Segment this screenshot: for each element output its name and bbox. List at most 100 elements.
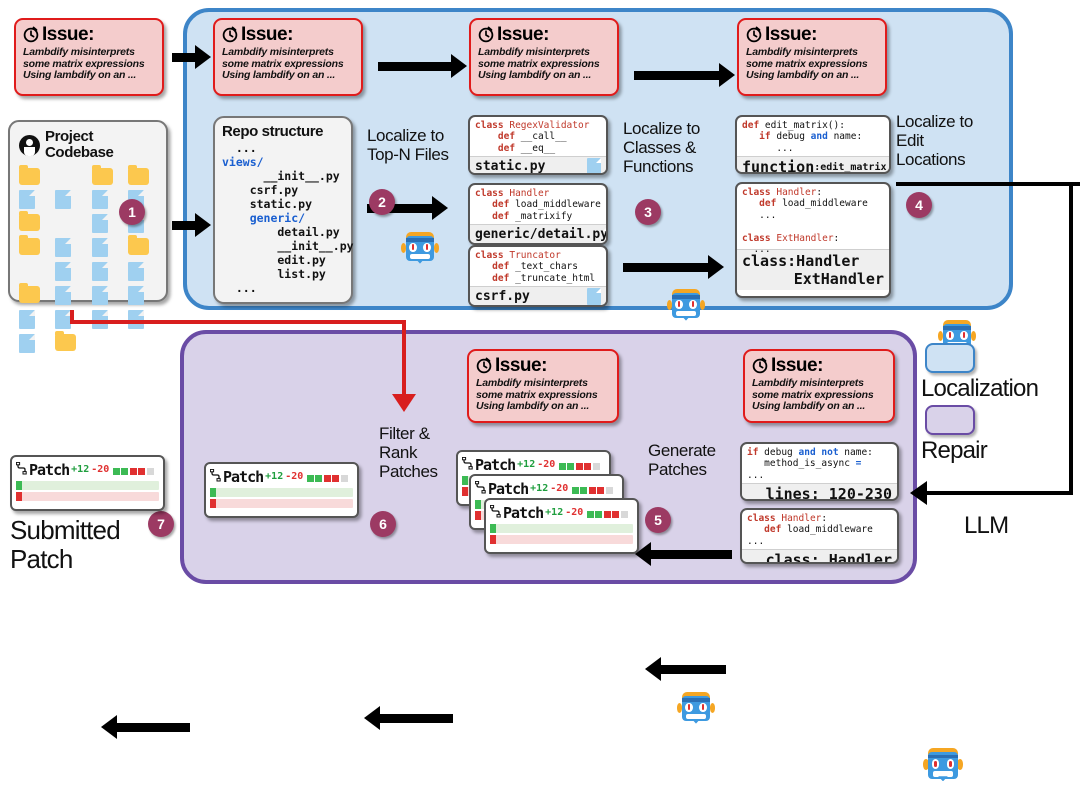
arrow-step-3 [623, 255, 724, 279]
folder-icon [55, 331, 77, 351]
diff-square [121, 468, 129, 475]
patch-diff-squares [305, 467, 348, 486]
folder-icon [19, 165, 40, 185]
file-card-footer: csrf.py [470, 286, 606, 305]
file-card-0: class RegexValidator def __call__ def __… [468, 115, 608, 175]
patch-label: Patch [29, 460, 70, 479]
patch-bar-removed [16, 492, 159, 501]
repo-tree-line: __init__.py [222, 169, 340, 183]
patch-header: Patch +12 -20 [15, 460, 159, 479]
codebase-title-line-2: Codebase [45, 144, 114, 161]
issue-card-5: Issue: Lambdify misinterprets some matri… [743, 349, 895, 423]
label-generate-patches: Generate Patches [648, 441, 716, 479]
arrow-step-7 [101, 715, 190, 739]
legend-label-localization: Localization [921, 375, 1039, 402]
llm-robot-icon-2 [401, 229, 439, 267]
issue-title: Issue: [765, 24, 817, 45]
clock-icon [752, 357, 769, 374]
edit-card-1: class Handler: def load_middleware ... c… [735, 182, 891, 298]
issue-line-1: Lambdify misinterprets [746, 46, 858, 58]
edit-card-code: class Handler: def load_middleware ... c… [742, 187, 868, 256]
file-icon [55, 262, 72, 281]
issue-title: Issue: [497, 24, 549, 45]
patch-label: Patch [223, 467, 264, 486]
red-route-vert-right [402, 320, 406, 398]
legend-label-llm: LLM [964, 512, 1009, 539]
step-badge-3: 3 [635, 199, 661, 225]
issue-body: Lambdify misinterprets some matrix expre… [222, 46, 354, 82]
diff-square [584, 463, 592, 470]
repo-tree-line: generic/ [222, 211, 306, 225]
step-badge-4: 4 [906, 192, 932, 218]
file-icon [127, 262, 144, 281]
label-localize-top-n: Localize to Top-N Files [367, 126, 449, 164]
issue-body: Lambdify misinterprets some matrix expre… [752, 377, 886, 413]
git-icon [209, 468, 221, 484]
repair-card-1: class Handler: def load_middleware ... c… [740, 508, 899, 564]
patch-card-submitted: Patch +12 -20 [10, 455, 165, 511]
issue-header: Issue: [752, 356, 886, 375]
issue-card-3: Issue: Lambdify misinterprets some matri… [737, 18, 887, 96]
legend-label-repair: Repair [921, 437, 988, 464]
legend-swatch-localization [925, 343, 975, 373]
folder-icon [19, 211, 40, 231]
patch-bar-removed [490, 535, 633, 544]
file-icon [91, 238, 108, 257]
issue-body: Lambdify misinterprets some matrix expre… [746, 46, 878, 82]
clock-icon [222, 26, 239, 43]
patch-bar-added [210, 488, 353, 497]
arrow-codebase-repo [172, 213, 211, 237]
file-card-code: class Handler def load_middleware def _m… [475, 188, 601, 222]
llm-robot-icon-5 [677, 689, 715, 727]
repo-tree-line: __init__.py [222, 239, 354, 253]
route-line-arrowhead [910, 481, 927, 505]
issue-line-3: Using lambdify on an ... [23, 69, 137, 82]
file-icon [91, 214, 108, 233]
repair-card-lines: lines: 120-230 [765, 485, 892, 501]
patch-label: Patch [503, 503, 544, 522]
patch-deletions: -20 [550, 483, 569, 494]
issue-line-1: Lambdify misinterprets [752, 377, 864, 389]
patch-bar-added [16, 481, 159, 490]
patch-additions: +12 [517, 459, 536, 470]
file-name: generic/detail.py [475, 227, 608, 243]
folder-icon [19, 283, 40, 303]
patch-deletions: -20 [91, 464, 110, 475]
repair-card-footer: lines: 120-230 [742, 483, 897, 501]
issue-line-1: Lambdify misinterprets [222, 46, 334, 58]
diff-square [597, 487, 605, 494]
codebase-icon-grid [19, 165, 157, 353]
patch-bar-removed [210, 499, 353, 508]
issue-card-2: Issue: Lambdify misinterprets some matri… [469, 18, 619, 96]
patch-additions: +12 [545, 507, 564, 518]
patch-additions: +12 [71, 464, 90, 475]
diff-square [586, 511, 594, 518]
diff-square [595, 511, 603, 518]
diff-square [558, 463, 566, 470]
legend-swatch-repair [925, 405, 975, 435]
edit-card-footer: function:edit_matrix [737, 156, 889, 172]
patch-card-ranked: Patch +12 -20 [204, 462, 359, 518]
red-route-arrowhead [392, 394, 416, 412]
diff-square [340, 475, 348, 482]
patch-additions: +12 [265, 471, 284, 482]
step-badge-5: 5 [645, 507, 671, 533]
file-icon [91, 286, 108, 305]
issue-card-4: Issue: Lambdify misinterprets some matri… [467, 349, 619, 423]
issue-body: Lambdify misinterprets some matrix expre… [478, 46, 610, 82]
git-icon [474, 480, 486, 496]
edit-card-kind-2: ExtHandler [793, 270, 884, 288]
repo-tree-line: detail.py [222, 225, 340, 239]
repo-title: Repo structure [222, 123, 324, 140]
patch-deletions: -20 [565, 507, 584, 518]
diff-square [332, 475, 340, 482]
issue-header: Issue: [478, 25, 610, 44]
diff-square [567, 463, 575, 470]
patch-diff-squares [111, 460, 154, 479]
folder-icon [127, 235, 149, 255]
issue-line-3: Using lambdify on an ... [752, 400, 866, 413]
route-line-top [896, 182, 1080, 186]
step-badge-1: 1 [119, 199, 145, 225]
repo-tree-line: ... [222, 281, 257, 295]
